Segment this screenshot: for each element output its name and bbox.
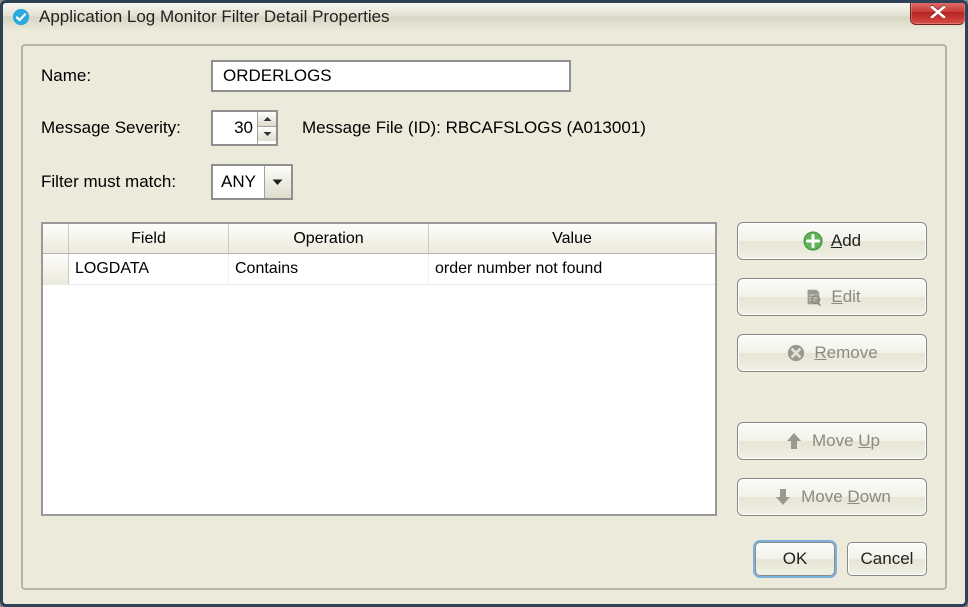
remove-label-key: R (814, 343, 826, 362)
moveup-suffix: p (871, 431, 880, 450)
close-icon (929, 6, 947, 18)
client-area: Name: Message Severity: (3, 30, 965, 604)
severity-down-button[interactable] (258, 126, 276, 141)
severity-row: Message Severity: Message File (ID): R (41, 110, 927, 146)
edit-label-key: E (831, 287, 842, 306)
remove-button[interactable]: Remove (737, 334, 927, 372)
message-file-prefix: Message File (ID): (302, 118, 441, 137)
table-row[interactable]: LOGDATAContainsorder number not found (43, 254, 715, 285)
remove-label-rest: emove (827, 343, 878, 362)
dialog-window: Application Log Monitor Filter Detail Pr… (0, 0, 968, 607)
add-icon (803, 231, 823, 251)
match-label: Filter must match: (41, 172, 211, 192)
edit-label-rest: dit (843, 287, 861, 306)
match-dropdown-button[interactable] (264, 166, 291, 198)
spinner-buttons (257, 112, 276, 144)
row-header[interactable] (43, 254, 69, 284)
moveup-prefix: Move (812, 431, 858, 450)
movedown-prefix: Move (801, 487, 847, 506)
cancel-label: Cancel (861, 549, 914, 569)
add-label-rest: dd (842, 231, 861, 250)
close-button[interactable] (910, 0, 965, 25)
edit-button[interactable]: Edit (737, 278, 927, 316)
ok-label: OK (783, 549, 808, 569)
grid-header-operation[interactable]: Operation (229, 224, 429, 253)
grid-header-row: Field Operation Value (43, 224, 715, 254)
severity-input[interactable] (213, 112, 257, 144)
remove-icon (786, 343, 806, 363)
severity-label: Message Severity: (41, 118, 211, 138)
cancel-button[interactable]: Cancel (847, 542, 927, 576)
add-label-key: A (831, 231, 842, 250)
form-panel: Name: Message Severity: (21, 44, 947, 590)
grid-header-corner[interactable] (43, 224, 69, 253)
middle-area: Field Operation Value LOGDATAContainsord… (41, 222, 927, 516)
movedown-suffix: own (860, 487, 891, 506)
footer-buttons: OK Cancel (755, 542, 927, 576)
grid-header-field[interactable]: Field (69, 224, 229, 253)
arrow-up-icon (784, 431, 804, 451)
cell-field[interactable]: LOGDATA (69, 254, 229, 284)
side-buttons: Add Edit Remove (737, 222, 927, 516)
movedown-key: D (847, 487, 859, 506)
match-value: ANY (213, 172, 264, 192)
name-input[interactable] (211, 60, 571, 92)
cell-operation[interactable]: Contains (229, 254, 429, 284)
moveup-key: U (858, 431, 870, 450)
caret-up-icon (263, 116, 272, 122)
grid-body: LOGDATAContainsorder number not found (43, 254, 715, 514)
caret-down-icon (263, 131, 272, 137)
add-button[interactable]: Add (737, 222, 927, 260)
cell-value[interactable]: order number not found (429, 254, 715, 284)
spacer (737, 390, 927, 404)
arrow-down-icon (773, 487, 793, 507)
edit-icon (803, 287, 823, 307)
grid-header-value[interactable]: Value (429, 224, 715, 253)
severity-up-button[interactable] (258, 112, 276, 126)
window-title: Application Log Monitor Filter Detail Pr… (39, 7, 390, 27)
name-row: Name: (41, 60, 927, 92)
conditions-grid[interactable]: Field Operation Value LOGDATAContainsord… (41, 222, 717, 516)
match-select[interactable]: ANY (211, 164, 293, 200)
movedown-button[interactable]: Move Down (737, 478, 927, 516)
caret-down-icon (272, 179, 283, 186)
moveup-button[interactable]: Move Up (737, 422, 927, 460)
message-file-label: Message File (ID): RBCAFSLOGS (A013001) (302, 118, 646, 138)
message-file-value: RBCAFSLOGS (A013001) (446, 118, 646, 137)
severity-spinner[interactable] (211, 110, 278, 146)
titlebar[interactable]: Application Log Monitor Filter Detail Pr… (3, 3, 965, 30)
match-row: Filter must match: ANY (41, 164, 927, 200)
app-icon (11, 7, 31, 27)
ok-button[interactable]: OK (755, 542, 835, 576)
name-label: Name: (41, 66, 211, 86)
